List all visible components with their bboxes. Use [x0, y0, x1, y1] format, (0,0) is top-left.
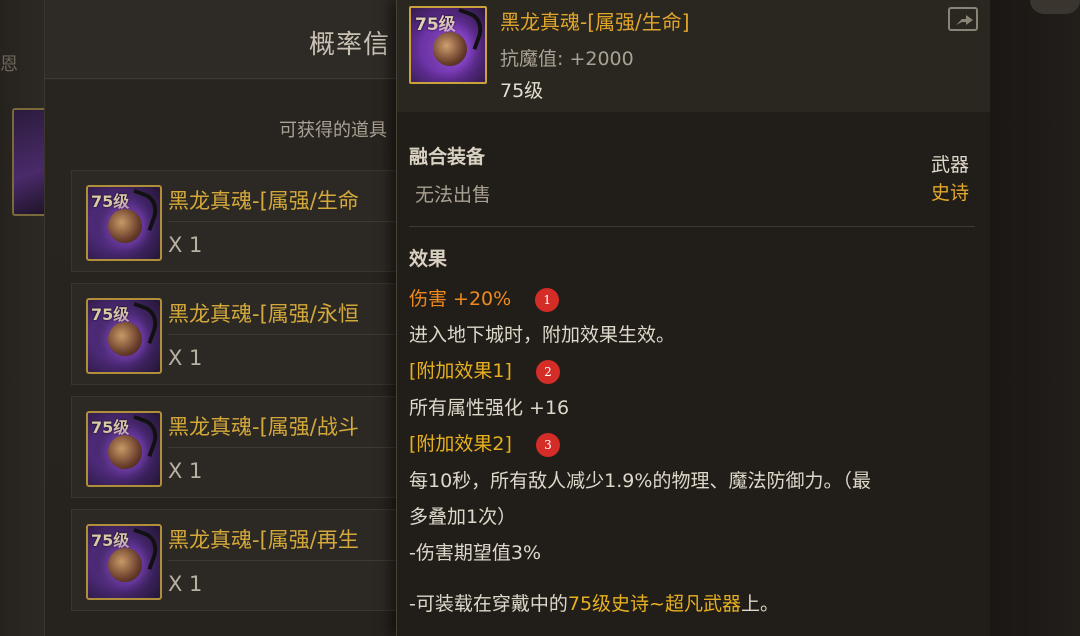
item-count: X 1 [168, 346, 203, 370]
equip-condition-line: -可装载在穿戴中的75级史诗~超凡武器上。 [409, 589, 779, 616]
dungeon-effect-line: 进入地下城时，附加效果生效。 [409, 324, 676, 346]
tooltip-resist-value: 抗魔值: +2000 [500, 48, 634, 70]
background-text: 恩 [0, 54, 18, 75]
divider [168, 447, 428, 448]
share-button[interactable] [948, 7, 978, 31]
expected-damage-line: -伤害期望值3% [409, 542, 541, 564]
list-item[interactable]: 75级 黑龙真魂-[属强/永恒 X 1 [71, 283, 431, 385]
extra-effect-1-label: [附加效果1] [409, 360, 512, 382]
extra-effect-2-label: [附加效果2] [409, 433, 512, 455]
tooltip-item-level: 75级 [500, 80, 544, 102]
item-name: 黑龙真魂-[属强/再生 [168, 528, 359, 552]
probability-panel-title: 概率信 [309, 30, 391, 60]
item-count: X 1 [168, 572, 203, 596]
background-right-edge [990, 0, 1080, 636]
item-name: 黑龙真魂-[属强/生命 [168, 189, 359, 213]
obtainable-items-label: 可获得的道具 [279, 120, 387, 141]
rarity-label: 史诗 [930, 182, 969, 204]
item-icon[interactable]: 75级 [86, 524, 162, 600]
tooltip-item-name: 黑龙真魂-[属强/生命] [500, 10, 690, 34]
divider [409, 226, 975, 227]
divider [168, 560, 428, 561]
divider [168, 334, 428, 335]
annotation-marker-1: 1 [535, 287, 560, 312]
tooltip-item-icon: 75级 [409, 6, 487, 84]
item-tooltip: 75级 黑龙真魂-[属强/生命] 抗魔值: +2000 75级 融合装备 无法出… [396, 0, 991, 636]
probability-panel-header: 概率信 [45, 0, 425, 79]
probability-panel: 概率信 可获得的道具 75级 黑龙真魂-[属强/生命 X 1 75级 黑龙真魂-… [44, 0, 431, 636]
annotation-marker-2: 2 [535, 359, 560, 384]
divider [168, 221, 428, 222]
equipment-slot: 武器 [930, 154, 969, 176]
item-icon[interactable]: 75级 [86, 298, 162, 374]
equip-condition-suffix: 上。 [740, 593, 779, 615]
equipment-type: 融合装备 [409, 146, 486, 168]
list-item[interactable]: 75级 黑龙真魂-[属强/生命 X 1 [71, 170, 431, 272]
list-item[interactable]: 75级 黑龙真魂-[属强/再生 X 1 [71, 509, 431, 611]
equip-condition-highlight: 75级史诗~超凡武器 [567, 593, 741, 615]
background-decoration [1030, 0, 1080, 14]
extra-effect-1-line: [附加效果1] 2 [409, 356, 560, 384]
damage-bonus: 伤害 +20% [409, 288, 512, 310]
extra-effect-2-line: [附加效果2] 3 [409, 429, 560, 457]
obtainable-item-list: 75级 黑龙真魂-[属强/生命 X 1 75级 黑龙真魂-[属强/永恒 X 1 … [71, 170, 431, 622]
background-left-edge: 恩 [0, 0, 52, 636]
all-attribute-line: 所有属性强化 +16 [409, 397, 570, 419]
item-name: 黑龙真魂-[属强/永恒 [168, 302, 359, 326]
damage-line: 伤害 +20% 1 [409, 284, 560, 312]
defense-reduction-line-2: 多叠加1次） [409, 506, 517, 528]
share-icon [956, 15, 973, 25]
equip-condition-prefix: -可装载在穿戴中的 [409, 593, 568, 615]
item-count: X 1 [168, 459, 203, 483]
tooltip-header: 75级 黑龙真魂-[属强/生命] 抗魔值: +2000 75级 [397, 0, 991, 112]
effect-title: 效果 [409, 248, 448, 270]
annotation-marker-3: 3 [535, 432, 560, 457]
item-name: 黑龙真魂-[属强/战斗 [168, 415, 359, 439]
item-icon[interactable]: 75级 [86, 185, 162, 261]
item-icon[interactable]: 75级 [86, 411, 162, 487]
sell-status: 无法出售 [415, 184, 492, 206]
list-item[interactable]: 75级 黑龙真魂-[属强/战斗 X 1 [71, 396, 431, 498]
item-count: X 1 [168, 233, 203, 257]
defense-reduction-line-1: 每10秒，所有敌人减少1.9%的物理、魔法防御力。（最 [409, 470, 871, 492]
